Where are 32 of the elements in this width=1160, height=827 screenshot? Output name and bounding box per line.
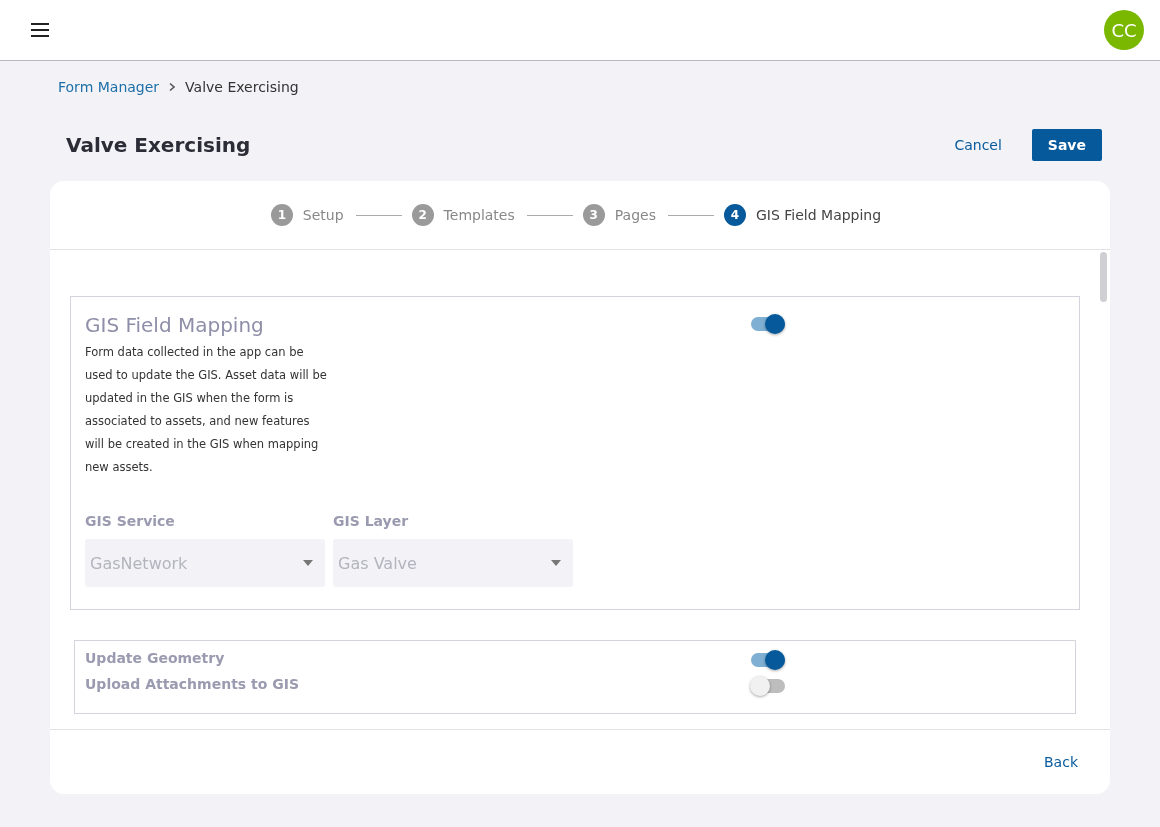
dropdown-caret-icon bbox=[303, 560, 313, 566]
step-number[interactable]: 1 bbox=[270, 204, 293, 226]
menu-button[interactable] bbox=[30, 23, 50, 37]
page-title: Valve Exercising bbox=[66, 133, 251, 157]
field-label: GIS Layer bbox=[333, 513, 410, 529]
option-label: Update Geometry bbox=[85, 650, 226, 666]
step-number[interactable]: 3 bbox=[582, 204, 605, 226]
section-description: Form data collected in the app can be used to update the GIS. Asset data will be updated in the GIS when the form is associated to assets, and new features will be created in the GIS when mapping new assets. bbox=[85, 344, 328, 476]
step-number[interactable]: 4 bbox=[723, 204, 746, 226]
menu-icon bbox=[30, 23, 50, 37]
user-avatar[interactable]: CC bbox=[1104, 10, 1144, 50]
cancel-button[interactable]: Cancel bbox=[954, 137, 1002, 153]
save-button[interactable]: Save bbox=[1031, 129, 1102, 161]
field-label: GIS Service bbox=[85, 513, 176, 529]
toggle-switch[interactable] bbox=[751, 679, 785, 693]
back-button[interactable]: Back bbox=[1044, 754, 1078, 770]
step-label[interactable]: Pages bbox=[614, 207, 656, 223]
toggle-switch[interactable] bbox=[751, 653, 785, 667]
option-label: Upload Attachments to GIS bbox=[85, 676, 300, 692]
section-title: GIS Field Mapping bbox=[85, 313, 265, 337]
step-label[interactable]: GIS Field Mapping bbox=[755, 207, 882, 223]
select-field[interactable]: Gas Valve bbox=[333, 539, 573, 587]
select-field[interactable]: GasNetwork bbox=[85, 539, 325, 587]
chevron-right-icon bbox=[167, 82, 178, 92]
dropdown-caret-icon bbox=[551, 560, 561, 566]
step-number[interactable]: 2 bbox=[411, 204, 434, 226]
step-label[interactable]: Templates bbox=[443, 207, 515, 223]
toggle-switch[interactable] bbox=[751, 317, 785, 331]
scrollbar-thumb[interactable] bbox=[1100, 252, 1107, 302]
step-label[interactable]: Setup bbox=[302, 207, 344, 223]
breadcrumb-link[interactable]: Form Manager bbox=[58, 79, 160, 95]
breadcrumb-current: Valve Exercising bbox=[185, 79, 299, 95]
